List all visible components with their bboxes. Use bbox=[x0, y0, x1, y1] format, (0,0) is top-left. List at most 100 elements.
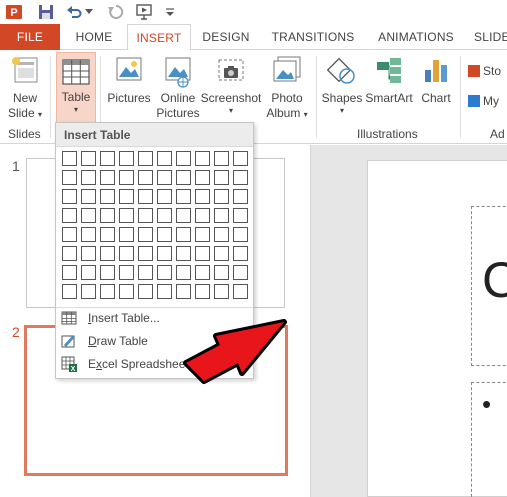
table-grid-cell[interactable] bbox=[81, 284, 96, 299]
tab-insert[interactable]: INSERT bbox=[127, 24, 191, 51]
table-grid-cell[interactable] bbox=[214, 151, 229, 166]
photo-album-button[interactable]: Photo Album ▾ bbox=[262, 54, 312, 122]
table-grid-cell[interactable] bbox=[119, 208, 134, 223]
tab-animations[interactable]: ANIMATIONS bbox=[370, 24, 462, 50]
save-icon[interactable] bbox=[36, 2, 56, 22]
table-grid-cell[interactable] bbox=[195, 151, 210, 166]
table-grid-cell[interactable] bbox=[157, 151, 172, 166]
table-grid-cell[interactable] bbox=[195, 170, 210, 185]
table-grid-cell[interactable] bbox=[176, 265, 191, 280]
table-grid-cell[interactable] bbox=[233, 170, 248, 185]
table-grid-cell[interactable] bbox=[176, 284, 191, 299]
table-grid-cell[interactable] bbox=[119, 189, 134, 204]
table-grid-cell[interactable] bbox=[157, 170, 172, 185]
table-grid-cell[interactable] bbox=[157, 265, 172, 280]
table-grid-cell[interactable] bbox=[214, 227, 229, 242]
table-grid-cell[interactable] bbox=[233, 151, 248, 166]
shapes-button[interactable]: Shapes ▾ bbox=[320, 54, 364, 116]
table-grid-cell[interactable] bbox=[62, 170, 77, 185]
table-grid-cell[interactable] bbox=[62, 208, 77, 223]
powerpoint-logo-icon[interactable]: P bbox=[4, 2, 24, 22]
store-button[interactable]: Sto bbox=[468, 64, 507, 79]
table-grid-cell[interactable] bbox=[233, 189, 248, 204]
table-grid-cell[interactable] bbox=[100, 227, 115, 242]
table-grid-cell[interactable] bbox=[119, 284, 134, 299]
online-pictures-button[interactable]: Online Pictures bbox=[154, 54, 202, 121]
table-grid-cell[interactable] bbox=[195, 189, 210, 204]
table-grid-cell[interactable] bbox=[195, 227, 210, 242]
tab-design[interactable]: DESIGN bbox=[196, 24, 256, 50]
table-grid-cell[interactable] bbox=[81, 246, 96, 261]
table-grid-cell[interactable] bbox=[100, 170, 115, 185]
table-grid-cell[interactable] bbox=[100, 284, 115, 299]
table-grid-cell[interactable] bbox=[195, 208, 210, 223]
table-grid-cell[interactable] bbox=[233, 208, 248, 223]
new-slide-button[interactable]: New Slide ▾ bbox=[4, 54, 46, 122]
table-grid-cell[interactable] bbox=[62, 246, 77, 261]
content-placeholder[interactable]: • bbox=[471, 382, 507, 497]
tab-file[interactable]: FILE bbox=[0, 24, 60, 50]
undo-icon[interactable] bbox=[64, 2, 84, 22]
table-grid-cell[interactable] bbox=[214, 265, 229, 280]
table-grid-cell[interactable] bbox=[81, 227, 96, 242]
table-grid-cell[interactable] bbox=[119, 170, 134, 185]
my-apps-button[interactable]: My bbox=[468, 94, 507, 109]
table-grid-cell[interactable] bbox=[138, 151, 153, 166]
table-grid-cell[interactable] bbox=[233, 246, 248, 261]
table-grid-cell[interactable] bbox=[119, 151, 134, 166]
table-grid-cell[interactable] bbox=[138, 227, 153, 242]
table-grid-cell[interactable] bbox=[138, 265, 153, 280]
table-grid-cell[interactable] bbox=[100, 265, 115, 280]
table-grid-cell[interactable] bbox=[100, 189, 115, 204]
table-grid-cell[interactable] bbox=[138, 246, 153, 261]
table-grid-cell[interactable] bbox=[138, 170, 153, 185]
table-grid-cell[interactable] bbox=[233, 284, 248, 299]
table-grid-cell[interactable] bbox=[157, 284, 172, 299]
table-grid-cell[interactable] bbox=[81, 189, 96, 204]
table-grid-cell[interactable] bbox=[100, 151, 115, 166]
pictures-button[interactable]: Pictures bbox=[104, 54, 154, 106]
table-grid-cell[interactable] bbox=[195, 284, 210, 299]
table-grid-cell[interactable] bbox=[176, 227, 191, 242]
screenshot-button[interactable]: Screenshot ▾ bbox=[200, 54, 262, 116]
table-grid-cell[interactable] bbox=[62, 265, 77, 280]
table-grid-cell[interactable] bbox=[81, 208, 96, 223]
table-grid-cell[interactable] bbox=[119, 265, 134, 280]
table-grid-cell[interactable] bbox=[176, 246, 191, 261]
table-grid-cell[interactable] bbox=[157, 189, 172, 204]
table-grid-cell[interactable] bbox=[119, 227, 134, 242]
table-grid-cell[interactable] bbox=[176, 208, 191, 223]
undo-dropdown-icon[interactable] bbox=[84, 2, 94, 22]
table-grid-cell[interactable] bbox=[195, 265, 210, 280]
table-button[interactable]: Table ▾ bbox=[56, 52, 96, 124]
title-placeholder[interactable]: C bbox=[471, 206, 507, 366]
table-grid-cell[interactable] bbox=[100, 208, 115, 223]
table-grid-cell[interactable] bbox=[100, 246, 115, 261]
table-grid-cell[interactable] bbox=[157, 227, 172, 242]
table-grid-cell[interactable] bbox=[138, 284, 153, 299]
start-from-beginning-icon[interactable] bbox=[134, 2, 154, 22]
table-grid-cell[interactable] bbox=[119, 246, 134, 261]
table-grid-cell[interactable] bbox=[176, 170, 191, 185]
table-grid-cell[interactable] bbox=[81, 170, 96, 185]
table-grid-cell[interactable] bbox=[233, 265, 248, 280]
table-grid-cell[interactable] bbox=[81, 151, 96, 166]
table-grid-cell[interactable] bbox=[176, 151, 191, 166]
table-grid-cell[interactable] bbox=[214, 189, 229, 204]
tab-home[interactable]: HOME bbox=[66, 24, 122, 50]
table-grid-cell[interactable] bbox=[138, 189, 153, 204]
table-grid-cell[interactable] bbox=[214, 208, 229, 223]
table-grid-cell[interactable] bbox=[62, 151, 77, 166]
table-grid-cell[interactable] bbox=[214, 170, 229, 185]
table-grid-cell[interactable] bbox=[62, 284, 77, 299]
redo-icon[interactable] bbox=[106, 2, 126, 22]
table-grid-cell[interactable] bbox=[233, 227, 248, 242]
table-grid-cell[interactable] bbox=[62, 189, 77, 204]
tab-transitions[interactable]: TRANSITIONS bbox=[266, 24, 360, 50]
table-grid-cell[interactable] bbox=[81, 265, 96, 280]
table-grid-cell[interactable] bbox=[62, 227, 77, 242]
smartart-button[interactable]: SmartArt bbox=[364, 54, 414, 106]
table-grid-cell[interactable] bbox=[176, 189, 191, 204]
tab-slide-show[interactable]: SLIDE bbox=[474, 24, 507, 50]
customize-qat-icon[interactable] bbox=[160, 2, 180, 22]
